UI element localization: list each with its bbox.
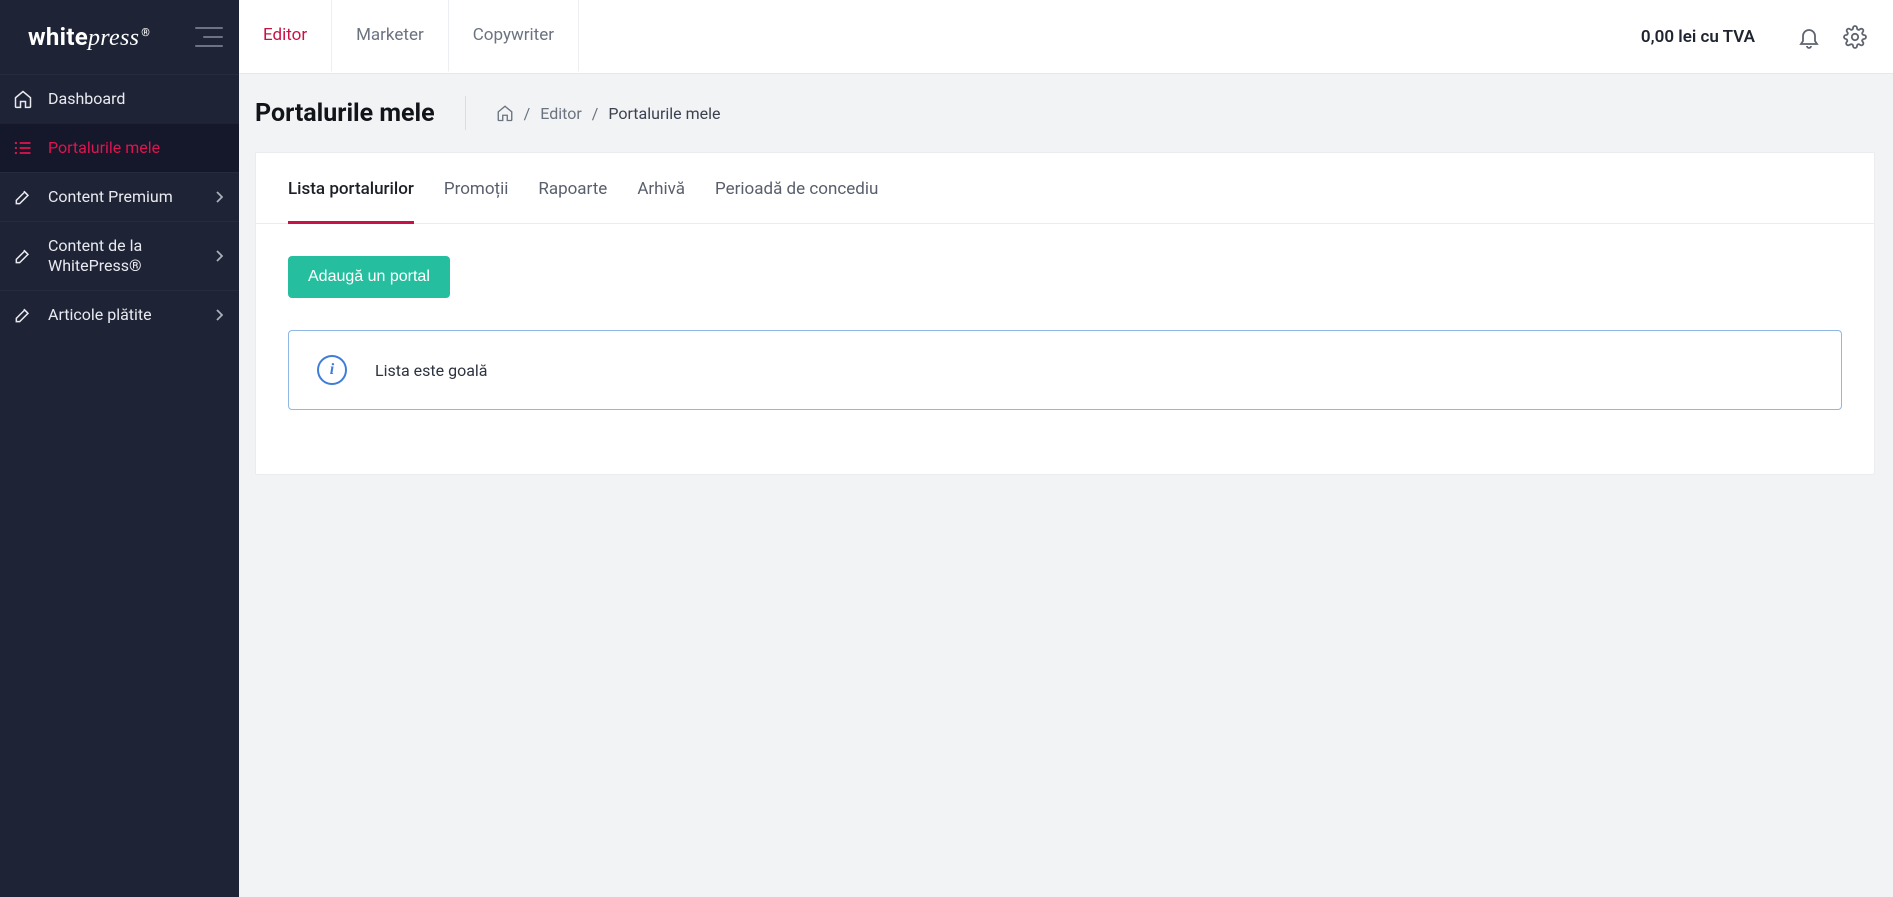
breadcrumb: / Editor / Portalurile mele [496, 104, 721, 123]
sidebar: whitepress® Dashboard Portalurile mele C… [0, 0, 239, 897]
brand-part2: press [88, 25, 139, 51]
empty-list-banner: i Lista este goală [288, 330, 1842, 410]
info-icon: i [317, 355, 347, 385]
add-portal-button[interactable]: Adaugă un portal [288, 256, 450, 298]
card-body: Adaugă un portal i Lista este goală [256, 224, 1874, 474]
tabs: Lista portalurilor Promoții Rapoarte Arh… [256, 153, 1874, 224]
role-tab-editor[interactable]: Editor [239, 0, 332, 73]
sidebar-item-content-whitepress[interactable]: Content de la WhitePress® [0, 221, 239, 290]
role-tab-label: Editor [263, 25, 307, 45]
tab-label: Arhivă [637, 179, 685, 199]
settings-button[interactable] [1837, 0, 1893, 73]
brand-part1: white [28, 23, 88, 51]
page-title: Portalurile mele [255, 99, 435, 128]
tab-reports[interactable]: Rapoarte [538, 179, 607, 224]
role-tab-marketer[interactable]: Marketer [332, 0, 449, 73]
sidebar-item-label: Content de la WhitePress® [48, 236, 201, 276]
edit-icon [12, 187, 34, 207]
tab-vacation[interactable]: Perioadă de concediu [715, 179, 878, 224]
role-tab-copywriter[interactable]: Copywriter [449, 0, 579, 73]
sidebar-item-label: Content Premium [48, 187, 201, 207]
content-card: Lista portalurilor Promoții Rapoarte Arh… [255, 152, 1875, 475]
sidebar-item-label: Dashboard [48, 89, 223, 109]
brand-registered: ® [141, 26, 150, 39]
chevron-right-icon [215, 309, 223, 321]
sidebar-item-label: Articole plătite [48, 305, 201, 325]
button-label: Adaugă un portal [308, 268, 430, 285]
tab-archive[interactable]: Arhivă [637, 179, 685, 224]
breadcrumb-editor[interactable]: Editor [540, 104, 581, 123]
sidebar-item-label: Portalurile mele [48, 138, 223, 158]
breadcrumb-home[interactable] [496, 104, 514, 122]
page-header: Portalurile mele / Editor / Portalurile … [239, 74, 1893, 152]
tab-label: Lista portalurilor [288, 179, 414, 199]
tab-label: Perioadă de concediu [715, 179, 878, 199]
notifications-button[interactable] [1781, 0, 1837, 73]
edit-icon [12, 305, 34, 325]
edit-icon [12, 246, 34, 266]
brand-logo[interactable]: whitepress® [28, 23, 150, 52]
tab-promotions[interactable]: Promoții [444, 179, 508, 224]
chevron-right-icon [215, 191, 223, 203]
home-icon [496, 104, 514, 122]
breadcrumb-current: Portalurile mele [608, 104, 720, 123]
sidebar-toggle-icon[interactable] [195, 27, 223, 47]
topbar: Editor Marketer Copywriter 0,00 lei cu T… [239, 0, 1893, 74]
sidebar-item-dashboard[interactable]: Dashboard [0, 74, 239, 123]
role-tab-label: Copywriter [473, 25, 554, 45]
sidebar-item-paid-articles[interactable]: Articole plătite [0, 290, 239, 339]
chevron-right-icon [215, 250, 223, 262]
divider [465, 96, 466, 130]
main: Editor Marketer Copywriter 0,00 lei cu T… [239, 0, 1893, 897]
home-icon [12, 89, 34, 109]
brand-row: whitepress® [0, 0, 239, 74]
list-icon [12, 138, 34, 158]
breadcrumb-separator: / [592, 104, 599, 123]
banner-text: Lista este goală [375, 361, 488, 380]
gear-icon [1843, 25, 1867, 49]
bell-icon [1797, 25, 1821, 49]
sidebar-item-content-premium[interactable]: Content Premium [0, 172, 239, 221]
balance-text: 0,00 lei cu TVA [1641, 27, 1755, 47]
tab-portal-list[interactable]: Lista portalurilor [288, 179, 414, 224]
tab-label: Promoții [444, 179, 508, 199]
balance-display[interactable]: 0,00 lei cu TVA [1615, 0, 1781, 73]
tab-label: Rapoarte [538, 179, 607, 199]
role-tab-label: Marketer [356, 25, 424, 45]
breadcrumb-separator: / [524, 104, 531, 123]
sidebar-item-portals[interactable]: Portalurile mele [0, 123, 239, 172]
